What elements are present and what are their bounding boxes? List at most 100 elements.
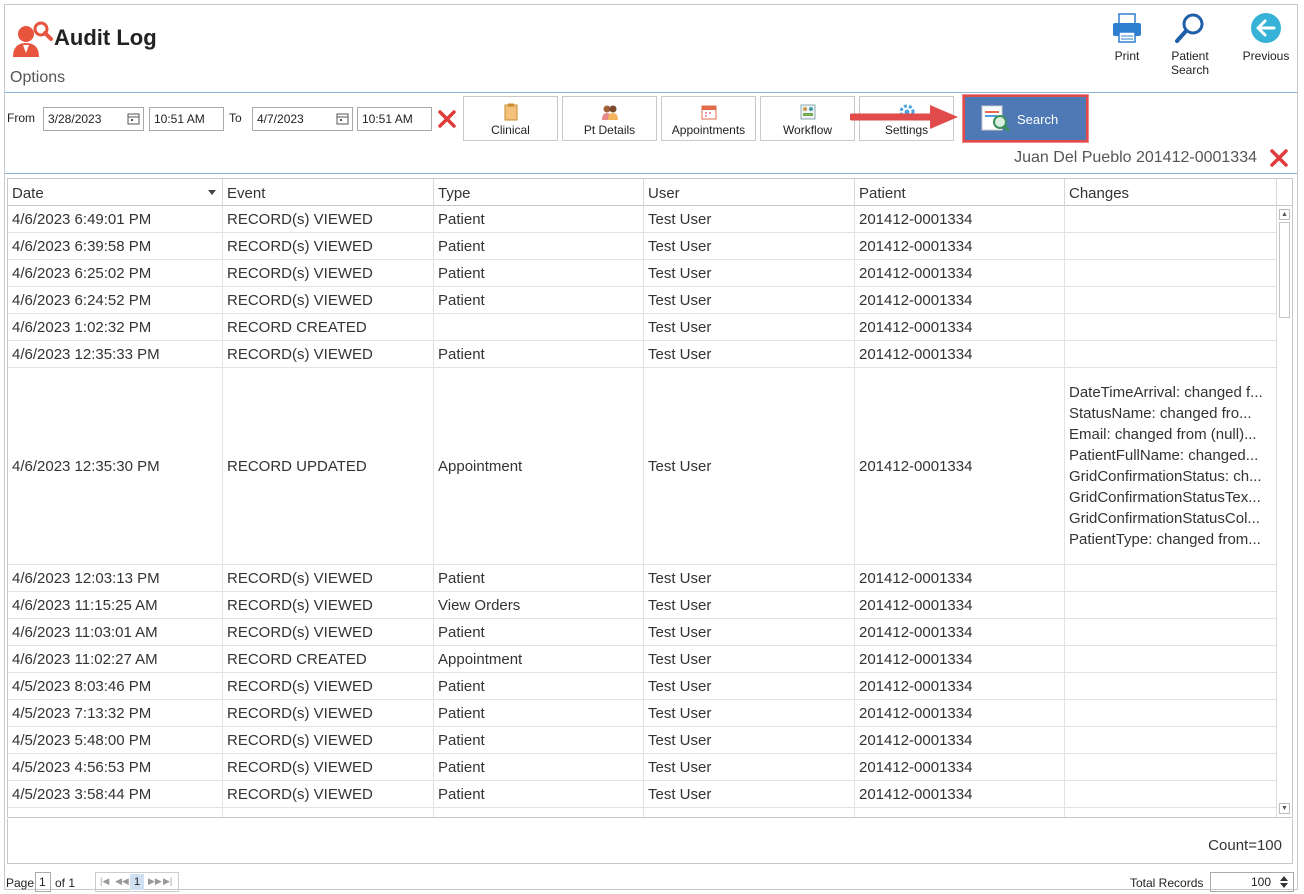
cell-type: View Orders — [434, 592, 644, 618]
table-row[interactable]: 4/6/2023 6:25:02 PM RECORD(s) VIEWED Patie… — [8, 260, 1277, 287]
cell-event: RECORD(s) VIEWED — [223, 260, 434, 286]
cell-event: RECORD(s) VIEWED — [223, 341, 434, 367]
to-time-field[interactable]: 10:51 AM — [357, 107, 432, 131]
cell-event: RECORD(s) VIEWED — [223, 565, 434, 591]
spinner-icon[interactable] — [1280, 876, 1288, 888]
cell-event: RECORD(s) VIEWED — [223, 754, 434, 780]
previous-page-icon[interactable]: ◀◀ — [115, 876, 129, 887]
print-button[interactable]: Print — [1109, 11, 1145, 63]
table-row[interactable]: 4/6/2023 6:39:58 PM RECORD(s) VIEWED Patie… — [8, 233, 1277, 260]
next-page-icon[interactable]: ▶▶ — [148, 876, 162, 887]
cell-date: 4/5/2023 5:48:00 PM — [8, 727, 223, 753]
pager-navigation: |◀ ◀◀ 1 ▶▶ ▶| — [95, 872, 179, 892]
vertical-scrollbar[interactable]: ▲ ▼ — [1276, 206, 1292, 817]
workflow-button[interactable]: Workflow — [760, 96, 855, 141]
printer-icon — [1113, 13, 1141, 43]
cell-patient: 201412-0001334 — [855, 781, 1065, 807]
cell-date: 4/6/2023 6:39:58 PM — [8, 233, 223, 259]
table-row[interactable]: 4/6/2023 11:15:25 AM RECORD(s) VIEWED View… — [8, 592, 1277, 619]
cell-event: RECORD(s) VIEWED — [223, 592, 434, 618]
to-time-value: 10:51 AM — [362, 112, 413, 126]
page-number-field[interactable]: 1 — [35, 872, 51, 892]
clinical-button[interactable]: Clinical — [463, 96, 558, 141]
cell-event: RECORD(s) VIEWED — [223, 700, 434, 726]
cell-event: RECORD(s) VIEWED — [223, 287, 434, 313]
table-row[interactable]: 4/6/2023 11:02:27 AM RECORD CREATED Appoin… — [8, 646, 1277, 673]
options-label[interactable]: Options — [10, 69, 65, 87]
appointments-label: Appointments — [671, 123, 746, 137]
first-page-icon[interactable]: |◀ — [100, 876, 109, 887]
cell-user: Test User — [644, 727, 855, 753]
scroll-thumb[interactable] — [1279, 222, 1290, 318]
cell-changes — [1065, 206, 1277, 232]
cell-patient: 201412-0001334 — [855, 565, 1065, 591]
cell-date: 4/5/2023 4:56:53 PM — [8, 754, 223, 780]
search-label: Search — [1017, 112, 1059, 127]
cell-date: 4/6/2023 6:49:01 PM — [8, 206, 223, 232]
to-date-field[interactable]: 4/7/2023 — [252, 107, 353, 131]
cell-type: Patient — [434, 341, 644, 367]
calendar-icon[interactable] — [127, 112, 140, 125]
from-time-field[interactable]: 10:51 AM — [149, 107, 224, 131]
cell-type: Patient — [434, 727, 644, 753]
column-header-label: Date — [12, 185, 44, 202]
to-date-value: 4/7/2023 — [257, 112, 304, 126]
column-header-type[interactable]: Type — [434, 179, 644, 206]
change-line: PatientType: changed from... — [1069, 531, 1261, 548]
table-row[interactable]: 4/5/2023 3:58:44 PM RECORD(s) VIEWED Patie… — [8, 781, 1277, 808]
to-label: To — [229, 111, 242, 125]
current-page[interactable]: 1 — [130, 874, 144, 890]
column-header-event[interactable]: Event — [223, 179, 434, 206]
appointments-button[interactable]: Appointments — [661, 96, 756, 141]
cell-changes — [1065, 565, 1277, 591]
workflow-icon — [800, 104, 815, 120]
cell-patient: 201412-0001334 — [855, 206, 1065, 232]
cell-date: 4/6/2023 6:24:52 PM — [8, 287, 223, 313]
search-button[interactable]: Search — [963, 95, 1088, 142]
table-row[interactable]: 4/6/2023 12:03:13 PM RECORD(s) VIEWED Pati… — [8, 565, 1277, 592]
cell-type: Appointment — [434, 368, 644, 564]
from-date-field[interactable]: 3/28/2023 — [43, 107, 144, 131]
calendar-icon — [701, 105, 716, 120]
people-icon — [601, 105, 618, 120]
cell-type: Patient — [434, 700, 644, 726]
table-row[interactable]: 4/6/2023 6:49:01 PM RECORD(s) VIEWED Patie… — [8, 206, 1277, 233]
table-row-partial — [8, 808, 1277, 817]
table-row[interactable]: 4/5/2023 7:13:32 PM RECORD(s) VIEWED Patie… — [8, 700, 1277, 727]
cell-date: 4/6/2023 6:25:02 PM — [8, 260, 223, 286]
previous-button[interactable]: Previous — [1241, 11, 1291, 63]
table-row[interactable]: 4/6/2023 12:35:30 PM RECORD UPDATED Appoin… — [8, 368, 1277, 565]
cell-date: 4/6/2023 1:02:32 PM — [8, 314, 223, 340]
patient-search-button[interactable]: Patient Search — [1151, 11, 1229, 77]
calendar-icon[interactable] — [336, 112, 349, 125]
column-header-date[interactable]: Date — [8, 179, 223, 206]
cell-user: Test User — [644, 781, 855, 807]
clear-dates-close-icon[interactable] — [437, 109, 457, 129]
scroll-down-icon[interactable]: ▼ — [1279, 803, 1290, 814]
table-row[interactable]: 4/6/2023 1:02:32 PM RECORD CREATED Test Us… — [8, 314, 1277, 341]
total-records-field[interactable]: 100 — [1210, 872, 1294, 892]
clear-patient-close-icon[interactable] — [1269, 148, 1289, 168]
pt-details-button[interactable]: Pt Details — [562, 96, 657, 141]
table-row[interactable]: 4/5/2023 5:48:00 PM RECORD(s) VIEWED Patie… — [8, 727, 1277, 754]
cell-type: Patient — [434, 287, 644, 313]
table-row[interactable]: 4/6/2023 12:35:33 PM RECORD(s) VIEWED Pati… — [8, 341, 1277, 368]
table-row[interactable]: 4/5/2023 8:03:46 PM RECORD(s) VIEWED Patie… — [8, 673, 1277, 700]
change-line: DateTimeArrival: changed f... — [1069, 384, 1263, 401]
last-page-icon[interactable]: ▶| — [163, 876, 172, 887]
scroll-up-icon[interactable]: ▲ — [1279, 209, 1290, 220]
cell-patient: 201412-0001334 — [855, 700, 1065, 726]
column-header-patient[interactable]: Patient — [855, 179, 1065, 206]
cell-type: Appointment — [434, 646, 644, 672]
cell-date — [8, 808, 223, 817]
table-row[interactable]: 4/5/2023 4:56:53 PM RECORD(s) VIEWED Patie… — [8, 754, 1277, 781]
table-row[interactable]: 4/6/2023 11:03:01 AM RECORD(s) VIEWED Pati… — [8, 619, 1277, 646]
patient-search-label: Patient Search — [1170, 49, 1210, 77]
column-header-changes[interactable]: Changes — [1065, 179, 1277, 206]
cell-date: 4/6/2023 12:03:13 PM — [8, 565, 223, 591]
column-header-user[interactable]: User — [644, 179, 855, 206]
cell-event: RECORD CREATED — [223, 314, 434, 340]
cell-patient: 201412-0001334 — [855, 233, 1065, 259]
table-row[interactable]: 4/6/2023 6:24:52 PM RECORD(s) VIEWED Patie… — [8, 287, 1277, 314]
cell-user: Test User — [644, 233, 855, 259]
